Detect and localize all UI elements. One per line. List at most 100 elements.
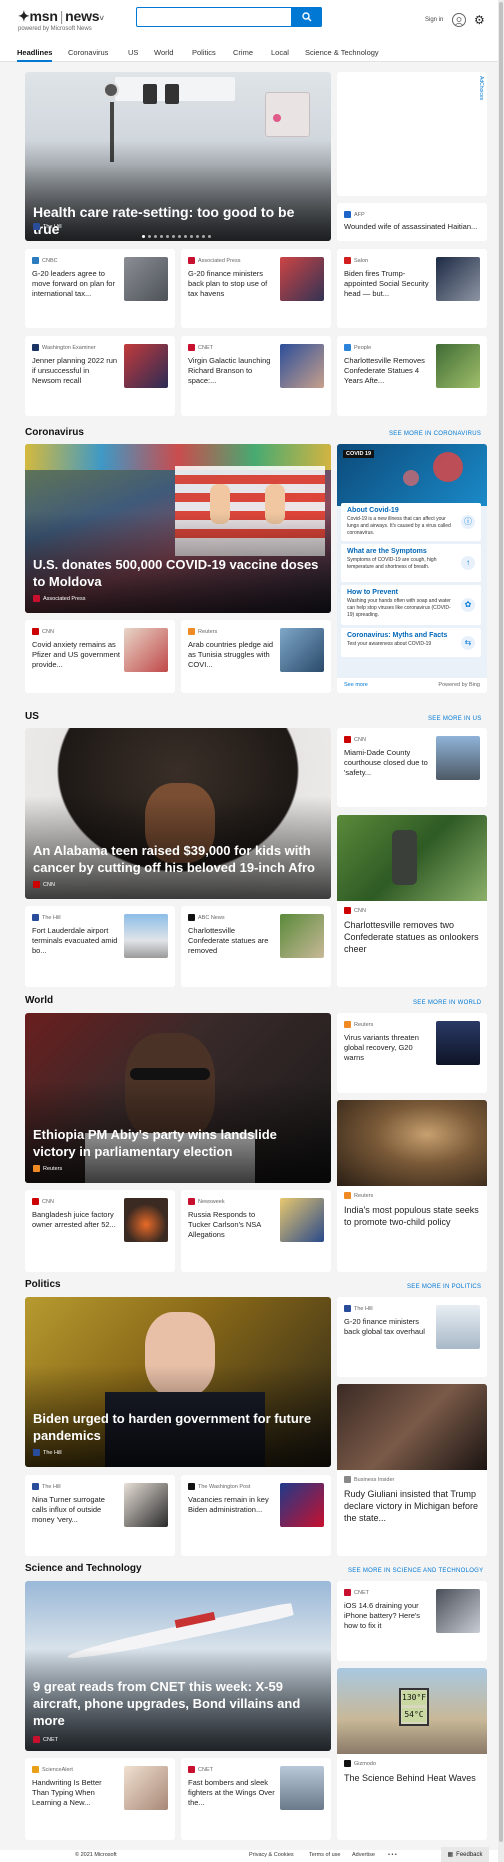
news-card[interactable]: Newsweek Russia Responds to Tucker Carls… <box>181 1190 331 1272</box>
news-card[interactable]: The Hill Fort Lauderdale airport termina… <box>25 906 175 987</box>
news-card[interactable]: CNET Fast bombers and sleek fighters at … <box>181 1758 331 1840</box>
card-source: Associated Press <box>198 257 241 264</box>
news-card-large[interactable]: Reuters India's most populous state seek… <box>337 1100 487 1272</box>
news-card[interactable]: ABC News Charlottesville Confederate sta… <box>181 906 331 987</box>
politics-hero-card[interactable]: Biden urged to harden government for fut… <box>25 1297 331 1467</box>
see-more-us[interactable]: SEE MORE IN US <box>428 716 482 722</box>
covid-see-more-link[interactable]: See more <box>344 682 368 688</box>
top-hero-card[interactable]: Health care rate-setting: too good to be… <box>25 72 331 241</box>
card-title: Virus variants threaten global recovery,… <box>344 1033 419 1062</box>
advertise-link[interactable]: Advertise <box>352 1852 375 1858</box>
carousel-dots[interactable] <box>142 235 211 238</box>
tab-crime[interactable]: Crime <box>233 48 253 57</box>
card-title: India's most populous state seeks to pro… <box>344 1205 479 1227</box>
feedback-button[interactable]: ▦ Feedback <box>441 1847 489 1862</box>
news-card[interactable]: The Hill G-20 finance ministers back glo… <box>337 1297 487 1377</box>
card-title: Covid anxiety remains as Pfizer and US g… <box>32 640 120 669</box>
card-source: Newsweek <box>198 1198 225 1205</box>
covid-about-item[interactable]: About Covid-19 Covid-19 is a new illness… <box>341 503 481 541</box>
tab-coronavirus[interactable]: Coronavirus <box>68 48 108 57</box>
footer: © 2021 Microsoft Privacy & Cookies Terms… <box>0 1850 504 1862</box>
source-logo-icon <box>344 736 351 743</box>
side-card-afp[interactable]: AFP Wounded wife of assassinated Haitian… <box>337 203 487 241</box>
news-card[interactable]: CNET iOS 14.6 draining your iPhone batte… <box>337 1581 487 1661</box>
privacy-link[interactable]: Privacy & Cookies <box>249 1852 294 1858</box>
msn-logo[interactable]: ✦msn | news˅ <box>18 8 104 25</box>
card-title: G-20 finance ministers back global tax o… <box>344 1317 425 1336</box>
scrollbar-thumb[interactable] <box>499 2 503 1842</box>
news-card[interactable]: Salon Biden fires Trump-appointed Social… <box>337 249 487 328</box>
news-card-large[interactable]: CNN Charlottesville removes two Confeder… <box>337 815 487 987</box>
source-logo-icon <box>188 914 195 921</box>
news-card-large[interactable]: Business Insider Rudy Giuliani insisted … <box>337 1384 487 1556</box>
tab-world[interactable]: World <box>154 48 173 57</box>
card-image <box>337 1100 487 1186</box>
card-source: AFP <box>354 211 365 218</box>
tab-politics[interactable]: Politics <box>192 48 216 57</box>
card-thumbnail <box>280 344 324 388</box>
tab-local[interactable]: Local <box>271 48 289 57</box>
covid-symptoms-item[interactable]: What are the Symptoms Symptoms of COVID-… <box>341 544 481 582</box>
news-card[interactable]: Associated Press G-20 finance ministers … <box>181 249 331 328</box>
see-more-world[interactable]: SEE MORE IN WORLD <box>413 1000 481 1006</box>
source-logo-icon <box>344 257 351 264</box>
scrollbar[interactable] <box>498 0 504 1862</box>
tab-us[interactable]: US <box>128 48 138 57</box>
card-source: The Hill <box>42 914 61 921</box>
thermometer-display-top: 130°F <box>402 1691 426 1705</box>
source-logo-icon <box>32 628 39 635</box>
terms-link[interactable]: Terms of use <box>309 1852 340 1858</box>
news-card[interactable]: Reuters Virus variants threaten global r… <box>337 1013 487 1093</box>
sign-in-link[interactable]: Sign in <box>425 17 443 23</box>
covid-item-title: About Covid-19 <box>347 507 399 514</box>
card-thumbnail <box>124 1198 168 1242</box>
source-logo-icon <box>188 1198 195 1205</box>
gear-icon[interactable]: ⚙ <box>474 13 485 27</box>
news-card[interactable]: People Charlottesville Removes Confedera… <box>337 336 487 416</box>
news-card[interactable]: ScienceAlert Handwriting Is Better Than … <box>25 1758 175 1840</box>
card-source: CNN <box>354 907 366 914</box>
tab-science-technology[interactable]: Science & Technology <box>305 48 379 57</box>
card-thumbnail <box>124 1483 168 1527</box>
search-button[interactable] <box>291 7 322 27</box>
card-thumbnail <box>124 257 168 301</box>
news-card[interactable]: CNBC G-20 leaders agree to move forward … <box>25 249 175 328</box>
us-hero-card[interactable]: An Alabama teen raised $39,000 for kids … <box>25 728 331 899</box>
see-more-coronavirus[interactable]: SEE MORE IN CORONAVIRUS <box>389 431 481 437</box>
news-card[interactable]: The Hill Nina Turner surrogate calls inf… <box>25 1475 175 1556</box>
card-title: Handwriting Is Better Than Typing When L… <box>32 1778 102 1807</box>
world-hero-card[interactable]: Ethiopia PM Abiy's party wins landslide … <box>25 1013 331 1183</box>
see-more-politics[interactable]: SEE MORE IN POLITICS <box>407 1284 481 1290</box>
powered-by-bing: Powered by Bing <box>438 682 480 688</box>
more-menu[interactable]: • • • <box>388 1852 397 1858</box>
covid-item-desc: Washing your hands often with soap and w… <box>347 598 451 618</box>
science-hero-card[interactable]: 9 great reads from CNET this week: X-59 … <box>25 1581 331 1751</box>
source-logo-icon <box>188 1483 195 1490</box>
covid-prevent-item[interactable]: How to Prevent Washing your hands often … <box>341 585 481 625</box>
news-card[interactable]: CNN Covid anxiety remains as Pfizer and … <box>25 620 175 693</box>
ad-card[interactable]: AdChoices <box>337 72 487 196</box>
see-more-science[interactable]: SEE MORE IN SCIENCE AND TECHNOLOGY <box>348 1568 483 1574</box>
source-logo-icon <box>344 1305 351 1312</box>
covid-myths-item[interactable]: Coronavirus: Myths and Facts Test your a… <box>341 628 481 657</box>
news-card[interactable]: CNN Miami-Dade County courthouse closed … <box>337 728 487 807</box>
news-card[interactable]: CNN Bangladesh juice factory owner arres… <box>25 1190 175 1272</box>
adchoices-label[interactable]: AdChoices <box>478 76 484 100</box>
news-card[interactable]: CNET Virgin Galactic launching Richard B… <box>181 336 331 416</box>
card-source: People <box>354 344 372 351</box>
card-thumbnail <box>280 1483 324 1527</box>
card-thumbnail <box>124 344 168 388</box>
card-title: Jenner planning 2022 run if unsuccessful… <box>32 356 118 385</box>
news-card[interactable]: Reuters Arab countries pledge aid as Tun… <box>181 620 331 693</box>
card-source: CNN <box>42 628 54 635</box>
card-title: Russia Responds to Tucker Carlson's NSA … <box>188 1210 261 1239</box>
news-card[interactable]: The Washington Post Vacancies remain in … <box>181 1475 331 1556</box>
covid-item-desc: Covid-19 is a new illness that can affec… <box>347 516 451 536</box>
card-image <box>337 1384 487 1470</box>
coronavirus-hero-card[interactable]: U.S. donates 500,000 COVID-19 vaccine do… <box>25 444 331 613</box>
news-card-large[interactable]: 130°F 54°C Gizmodo The Science Behind He… <box>337 1668 487 1840</box>
tab-headlines[interactable]: Headlines <box>17 48 53 62</box>
avatar-icon[interactable] <box>452 13 466 27</box>
news-card[interactable]: Washington Examiner Jenner planning 2022… <box>25 336 175 416</box>
card-title: Miami-Dade County courthouse closed due … <box>344 748 428 777</box>
